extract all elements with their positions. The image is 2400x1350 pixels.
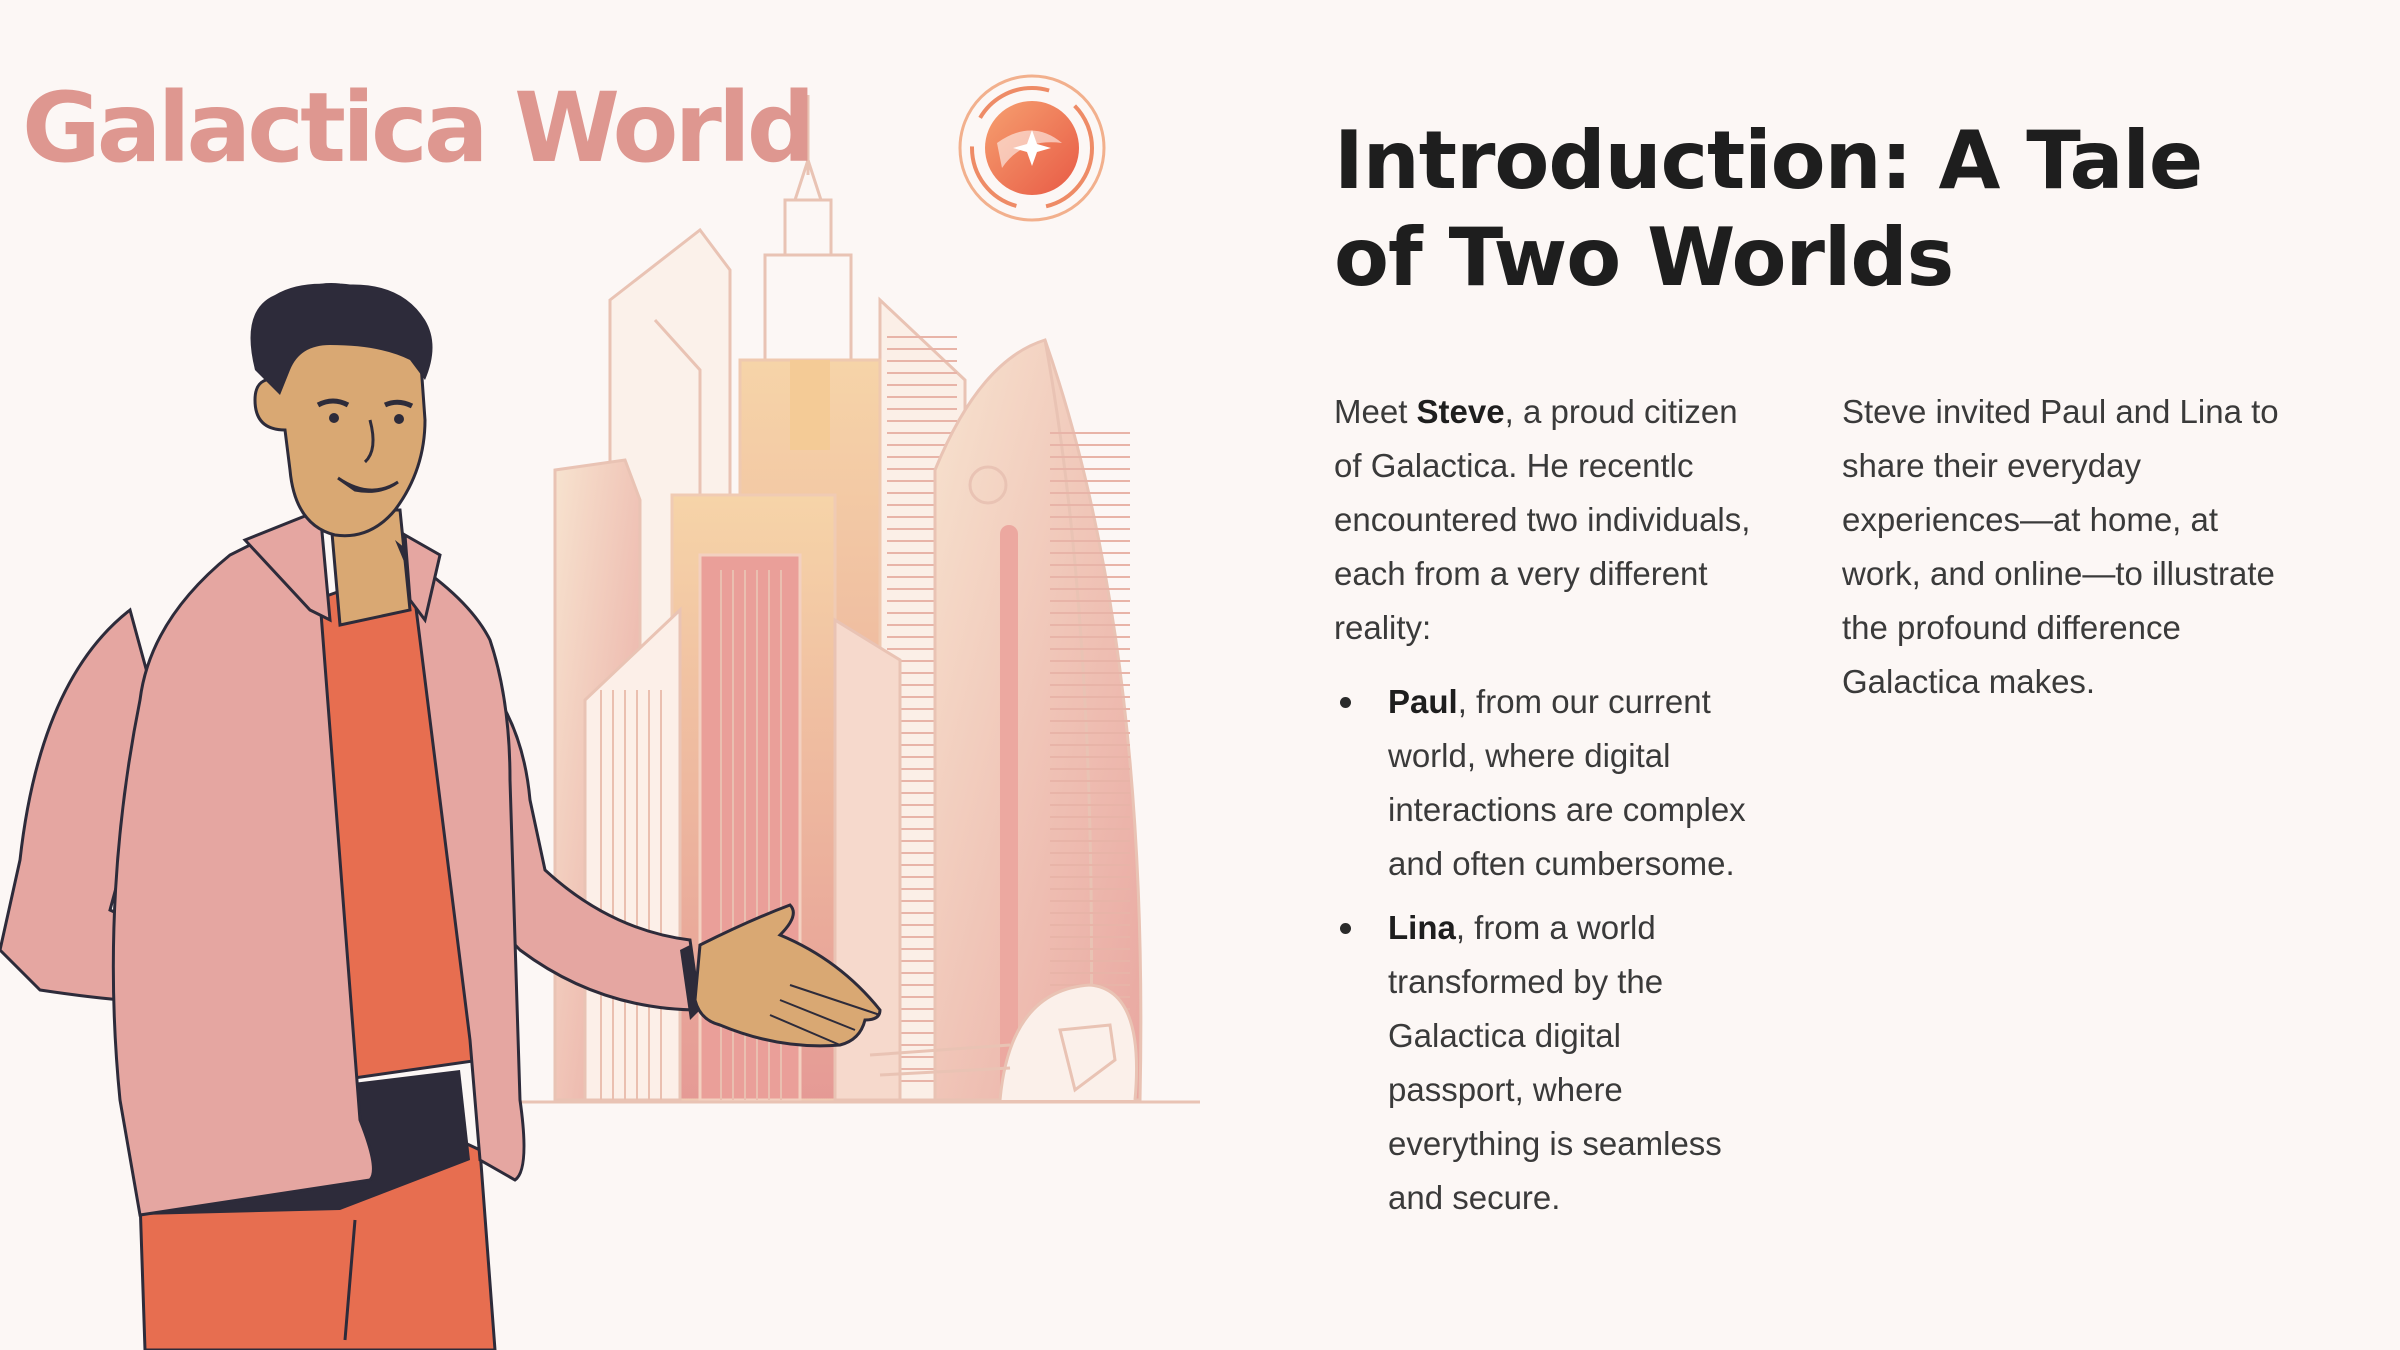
illustration — [0, 74, 1200, 1350]
side-paragraph: Steve invited Paul and Lina to share the… — [1842, 393, 2279, 700]
side-column: Steve invited Paul and Lina to share the… — [1842, 385, 2282, 709]
brand-logo-text: Galactica World — [22, 72, 815, 184]
people-list: Paul, from our current world, where digi… — [1334, 675, 1754, 1225]
slide: Galactica World Introduction: A Tale of … — [0, 0, 2400, 1350]
person-name: Lina — [1388, 909, 1456, 946]
intro-paragraph: Meet Steve, a proud citizen of Galactica… — [1334, 393, 1751, 646]
steve-name: Steve — [1416, 393, 1505, 430]
list-item: Paul, from our current world, where digi… — [1334, 675, 1754, 891]
intro-column: Meet Steve, a proud citizen of Galactica… — [1334, 385, 1754, 1235]
person-name: Paul — [1388, 683, 1458, 720]
list-item: Lina, from a world transformed by the Ga… — [1334, 901, 1754, 1225]
bullet-icon — [1340, 697, 1351, 708]
bullet-icon — [1340, 923, 1351, 934]
slide-title: Introduction: A Tale of Two Worlds — [1334, 114, 2203, 304]
galaxy-logo-icon — [958, 74, 1106, 222]
person-description: , from a world transformed by the Galact… — [1388, 909, 1722, 1216]
